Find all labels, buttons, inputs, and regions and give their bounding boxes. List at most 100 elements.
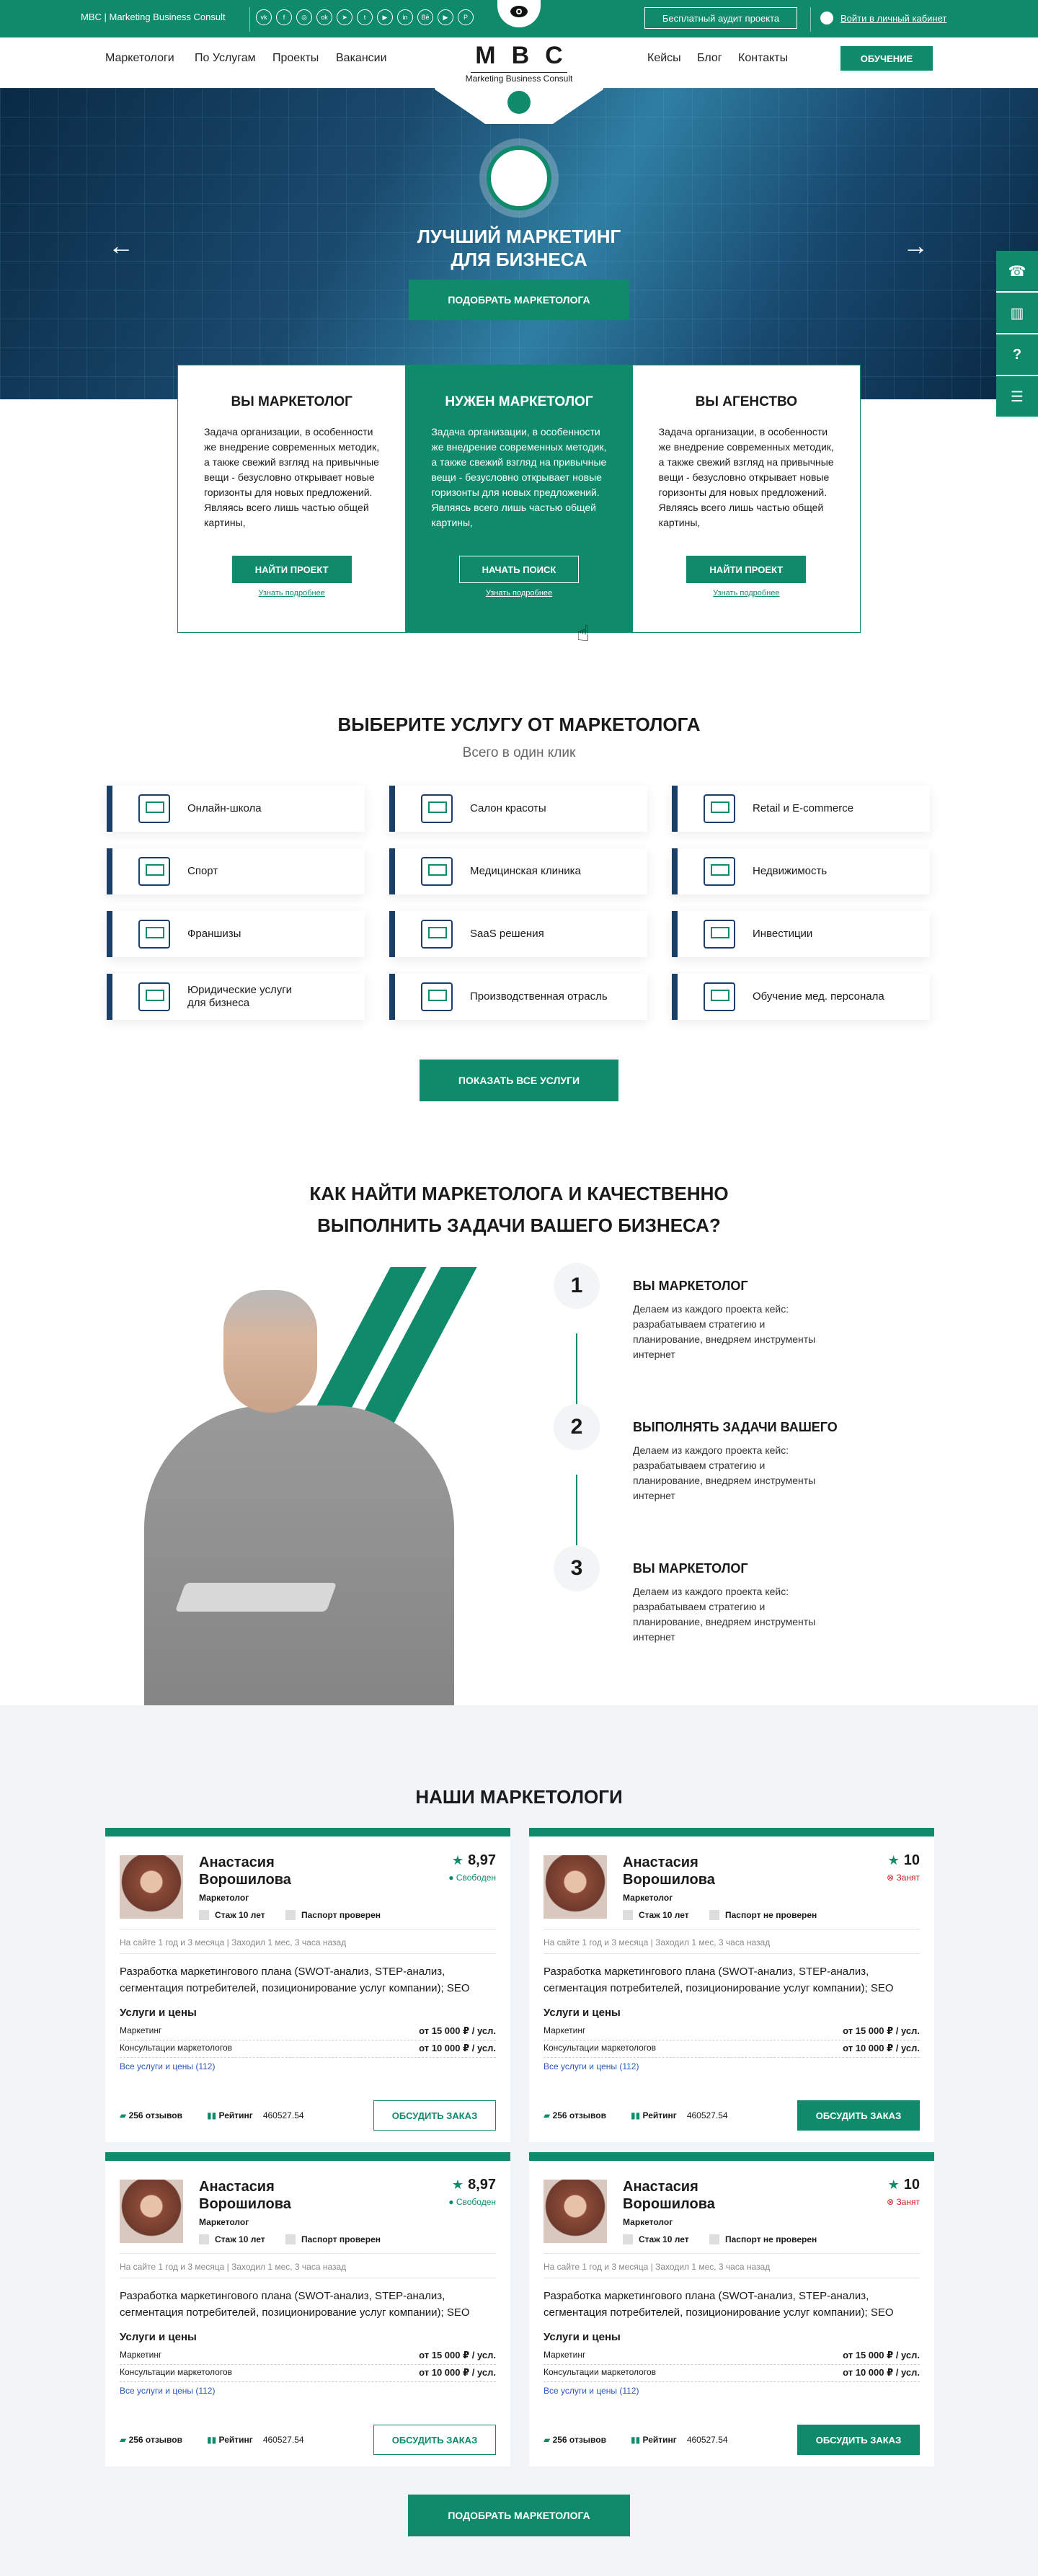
phone-icon[interactable]: ☎ [996,251,1038,293]
service-sport[interactable]: Спорт [107,848,365,894]
instagram-icon[interactable]: ◎ [296,9,312,25]
nav-by-services[interactable]: По Услугам [195,52,256,65]
twitter-icon[interactable]: t [357,9,373,25]
real-estate-icon [704,857,735,886]
avatar[interactable] [544,1855,607,1919]
activity-info: На сайте 1 год и 3 месяца | Заходил 1 ме… [120,1937,347,1947]
pinterest-icon[interactable]: P [458,9,474,25]
medical-training-icon [704,982,735,1011]
chat-icon[interactable]: ☰ [996,376,1038,418]
service-saas[interactable]: SaaS решения [389,911,647,957]
discuss-order-button[interactable]: ОБСУДИТЬ ЗАКАЗ [797,2425,920,2455]
price-row: Консультации маркетологов от 10 000 ₽ / у… [544,2367,920,2382]
service-manufacturing[interactable]: Производственная отрасль [389,974,647,1020]
service-online-school[interactable]: Онлайн-школа [107,786,365,832]
price-row: Консультации маркетологов от 10 000 ₽ / у… [120,2367,496,2382]
check-icon [285,2234,296,2244]
all-services-link[interactable]: Все услуги и цены (112) [120,2061,215,2071]
passport-check: Паспорт не проверен [709,1910,817,1920]
price-service: Маркетинг [544,2025,586,2035]
start-search-button[interactable]: НАЧАТЬ ПОИСК [458,556,579,583]
discuss-order-button[interactable]: ОБСУДИТЬ ЗАКАЗ [797,2100,920,2131]
service-investments[interactable]: Инвестиции [672,911,930,957]
all-services-link[interactable]: Все услуги и цены (112) [120,2386,215,2396]
avatar[interactable] [544,2180,607,2243]
service-label: Салон красоты [470,802,546,814]
experience-label: Стаж 10 лет [215,2234,265,2244]
avatar[interactable] [120,2180,183,2243]
find-project-button[interactable]: НАЙТИ ПРОЕКТ [231,556,352,583]
rating: ★ 10 [888,1852,920,1869]
reviews[interactable]: ▰ 256 отзывов [544,2435,606,2445]
check-icon [709,2234,719,2244]
avatar[interactable] [120,1855,183,1919]
service-beauty-salon[interactable]: Салон красоты [389,786,647,832]
reviews[interactable]: ▰ 256 отзывов [120,2435,182,2445]
video-icon[interactable]: ▶ [438,9,453,25]
price-value: от 10 000 ₽ / усл. [419,2367,496,2378]
discuss-order-button[interactable]: ОБСУДИТЬ ЗАКАЗ [373,2100,496,2131]
marketer-name[interactable]: Анастасия Ворошилова [623,2178,781,2213]
man-head-photo [223,1290,317,1413]
nav-marketers[interactable]: Маркетологи [105,52,174,65]
nav-vacancies[interactable]: Вакансии [336,52,387,65]
learn-more-link[interactable]: Узнать подробнее [204,589,379,598]
step-title: ВЫПОЛНЯТЬ ЗАДАЧИ ВАШЕГО [633,1420,838,1434]
free-audit-button[interactable]: Бесплатный аудит проекта [644,7,797,29]
reviews[interactable]: ▰ 256 отзывов [120,2110,182,2120]
learn-more-link[interactable]: Узнать подробнее [659,589,834,598]
step-text: Делаем из каждого проекта кейс: разрабат… [633,1586,816,1643]
marketer-name[interactable]: Анастасия Ворошилова [199,1854,358,1888]
marketer-name[interactable]: Анастасия Ворошилова [623,1854,781,1888]
book-icon[interactable]: ▥ [996,293,1038,334]
service-legal[interactable]: Юридические услуги для бизнеса [107,974,365,1020]
find-project-button[interactable]: НАЙТИ ПРОЕКТ [686,556,807,583]
status-label: Занят [896,2197,920,2207]
next-slide-arrow-icon[interactable]: → [902,231,928,261]
service-franchise[interactable]: Франшизы [107,911,365,957]
learn-more-link[interactable]: Узнать подробнее [431,589,606,598]
question-icon[interactable]: ? [996,334,1038,376]
login-link[interactable]: Войти в личный кабинет [820,12,946,25]
find-marketer-button[interactable]: ПОДОБРАТЬ МАРКЕТОЛОГА [408,2495,630,2536]
marketer-name[interactable]: Анастасия Ворошилова [199,2178,358,2213]
reviews-count: 256 отзывов [552,2110,606,2120]
price-row: Маркетинг от 15 000 ₽ / усл. [544,2025,920,2040]
services-prices-title: Услуги и цены [120,2007,197,2019]
reviews[interactable]: ▰ 256 отзывов [544,2110,606,2120]
discuss-order-button[interactable]: ОБСУДИТЬ ЗАКАЗ [373,2425,496,2455]
price-value: от 10 000 ₽ / усл. [843,2043,920,2053]
hero-find-marketer-button[interactable]: ПОДОБРАТЬ МАРКЕТОЛОГА [409,280,629,320]
service-retail[interactable]: Retail и E-commerce [672,786,930,832]
odnoklassniki-icon[interactable]: ok [316,9,332,25]
check-icon [709,1910,719,1920]
marketers-title: НАШИ МАРКЕТОЛОГИ [415,1786,623,1808]
behance-icon[interactable]: Bē [417,9,433,25]
divider [810,7,811,32]
marketer-card: Анастасия Ворошилова Маркетолог ★ 8,97 ● … [105,1828,510,2142]
vk-icon[interactable]: vk [256,9,272,25]
telegram-icon[interactable]: ➤ [337,9,352,25]
facebook-icon[interactable]: f [276,9,292,25]
rating-value: 10 [903,2177,920,2193]
service-real-estate[interactable]: Недвижимость [672,848,930,894]
youtube-icon[interactable]: ▶ [377,9,393,25]
hand-cursor-icon: ☝ [577,622,590,646]
all-services-link[interactable]: Все услуги и цены (112) [544,2061,639,2071]
nav-blog[interactable]: Блог [697,52,722,65]
nav-contacts[interactable]: Контакты [738,52,788,65]
service-label: Инвестиции [753,928,813,940]
service-medical-training[interactable]: Обучение мед. персонала [672,974,930,1020]
all-services-link[interactable]: Все услуги и цены (112) [544,2386,639,2396]
nav-projects[interactable]: Проекты [272,52,319,65]
prev-slide-arrow-icon[interactable]: ← [108,231,134,261]
role-cards: ВЫ МАРКЕТОЛОГ Задача организации, в особ… [177,365,861,633]
legal-icon [138,982,170,1011]
show-all-services-button[interactable]: ПОКАЗАТЬ ВСЕ УСЛУГИ [420,1060,618,1101]
accessibility-eye-icon[interactable] [497,0,541,27]
rating-value: 10 [903,1852,920,1868]
education-button[interactable]: ОБУЧЕНИЕ [840,46,933,71]
service-medical-clinic[interactable]: Медицинская клиника [389,848,647,894]
linkedin-icon[interactable]: in [397,9,413,25]
nav-cases[interactable]: Кейсы [647,52,681,65]
